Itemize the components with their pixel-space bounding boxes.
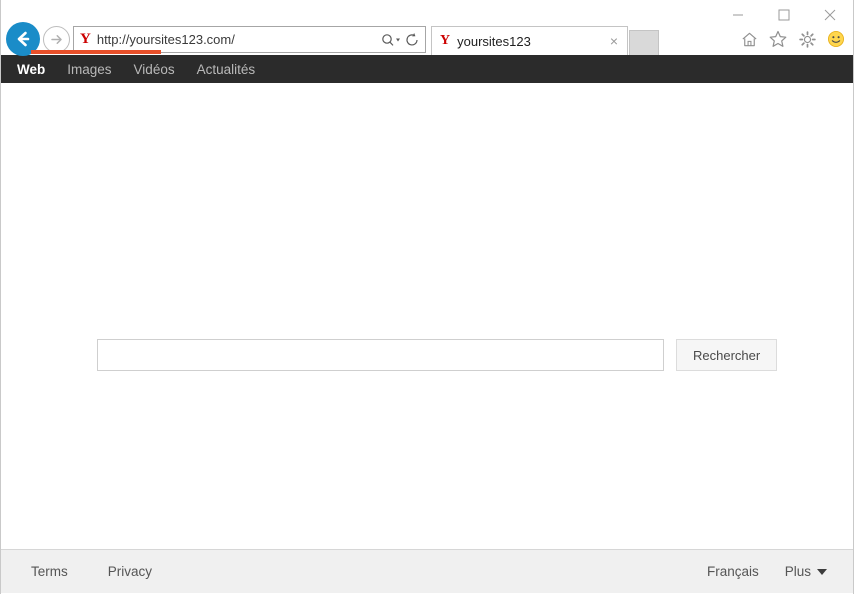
arrow-right-icon (51, 35, 62, 44)
forward-button[interactable] (43, 26, 70, 53)
gear-icon (798, 30, 816, 48)
home-button[interactable] (738, 28, 760, 50)
address-url-text[interactable]: http://yoursites123.com/ (97, 32, 378, 47)
footer-link-terms[interactable]: Terms (31, 564, 68, 579)
nav-item-images[interactable]: Images (67, 62, 111, 77)
search-input[interactable] (97, 339, 664, 371)
site-nav: Web Images Vidéos Actualités (1, 55, 853, 83)
address-bar[interactable]: Y http://yoursites123.com/ (73, 26, 426, 53)
minimize-icon (733, 14, 743, 16)
tab-yoursites123[interactable]: Y yoursites123 × (431, 26, 628, 55)
close-window-button[interactable] (807, 1, 853, 30)
favorites-button[interactable] (767, 28, 789, 50)
close-icon (824, 9, 836, 21)
star-icon (769, 30, 787, 47)
maximize-button[interactable] (761, 1, 807, 30)
window-controls (715, 0, 853, 30)
footer-more-menu[interactable]: Plus (785, 564, 827, 579)
search-form: Rechercher (97, 339, 778, 371)
smiley-button[interactable] (825, 28, 847, 50)
maximize-icon (778, 9, 790, 21)
nav-item-videos[interactable]: Vidéos (134, 62, 175, 77)
chevron-down-icon (817, 568, 827, 575)
search-icon (382, 33, 400, 46)
nav-item-web[interactable]: Web (17, 62, 45, 77)
new-tab-button[interactable] (629, 30, 659, 55)
footer-right-links: Français Plus (707, 564, 827, 579)
tab-title: yoursites123 (457, 33, 531, 49)
arrow-left-icon (17, 31, 30, 47)
browser-window: Y http://yoursites123.com/ Y yoursites12… (0, 0, 854, 594)
footer-more-label: Plus (784, 564, 811, 579)
search-submit-button[interactable]: Rechercher (676, 339, 778, 371)
minimize-button[interactable] (715, 1, 761, 30)
home-icon (741, 32, 757, 46)
search-dropdown-button[interactable] (380, 32, 402, 48)
footer-left-links: Terms Privacy (31, 564, 152, 579)
page-footer: Terms Privacy Français Plus (1, 549, 853, 593)
refresh-button[interactable] (404, 32, 421, 48)
footer-language-selector[interactable]: Français (707, 564, 759, 579)
browser-chrome: Y http://yoursites123.com/ Y yoursites12… (1, 0, 853, 56)
tab-close-icon[interactable]: × (607, 34, 621, 48)
page-load-progress-bar (31, 50, 161, 54)
address-favicon-icon: Y (80, 31, 91, 47)
chrome-toolbar (738, 28, 847, 50)
settings-button[interactable] (796, 28, 818, 50)
tab-strip: Y yoursites123 × (431, 26, 659, 55)
refresh-icon (406, 32, 418, 45)
tab-favicon-icon: Y (440, 33, 451, 48)
nav-item-actualites[interactable]: Actualités (197, 62, 256, 77)
footer-link-privacy[interactable]: Privacy (108, 564, 152, 579)
page-content: Rechercher (1, 83, 853, 549)
smiley-icon (827, 30, 845, 48)
